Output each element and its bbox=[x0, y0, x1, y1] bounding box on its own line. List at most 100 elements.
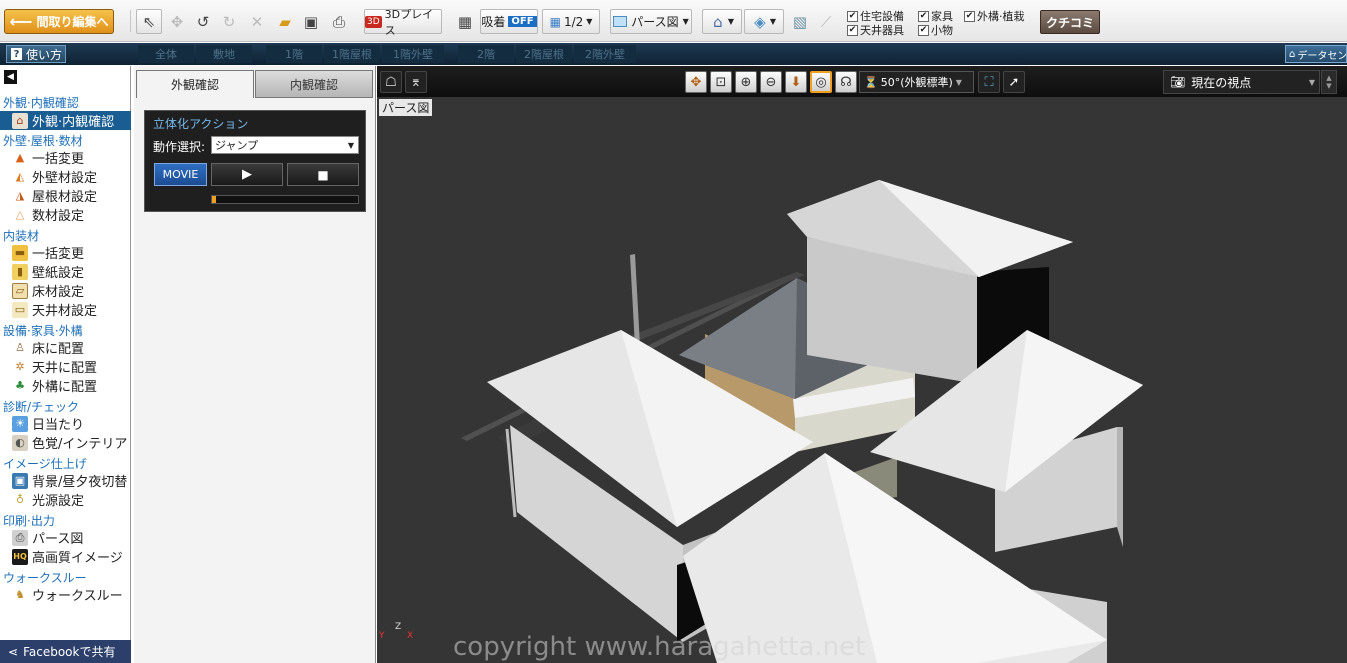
place3d-label: 3Dプレイス bbox=[384, 7, 434, 37]
look-around-button[interactable]: ☊ bbox=[835, 71, 857, 93]
camera-floor-2-button[interactable]: ⌆ bbox=[405, 71, 427, 93]
select-cursor-button[interactable]: ⇖ bbox=[136, 9, 162, 34]
snap-toggle-button[interactable]: 吸着 OFF bbox=[480, 9, 538, 34]
floor-tab-1f-roof[interactable]: 1階屋根 bbox=[324, 45, 380, 63]
usage-help-button[interactable]: ? 使い方 bbox=[6, 45, 66, 63]
section-title-interior-material: 内装材 bbox=[3, 229, 40, 243]
action-select-dropdown[interactable]: ジャンプ ▼ bbox=[211, 136, 359, 154]
data-center-icon: ⌂ bbox=[1289, 48, 1296, 60]
floor-tab-2f-roof[interactable]: 2階屋根 bbox=[516, 45, 572, 63]
view-angle-dropdown[interactable]: ⏳ 50°(外観標準) ▼ bbox=[859, 71, 974, 93]
measure-button[interactable]: ⟋ bbox=[814, 9, 838, 34]
grid-scale-dropdown[interactable]: ▦ 1/2 ▼ bbox=[542, 9, 600, 34]
sidebar-item-floor-material[interactable]: ▱ 床材設定 bbox=[0, 281, 131, 300]
fit-view-button[interactable]: ⛶ bbox=[978, 71, 1000, 93]
sidebar-item-bulk-change[interactable]: ▲ 一括変更 bbox=[0, 148, 131, 167]
orbit-button[interactable]: ◎ bbox=[810, 71, 832, 93]
zoom-out-button[interactable]: ⊖ bbox=[760, 71, 782, 93]
floor-tab-1f-wall[interactable]: 1階外壁 bbox=[382, 45, 444, 63]
3d-viewport[interactable]: ☖ ⌆ ✥ ⊡ ⊕ ⊖ ⬇ ◎ ☊ ⏳ 50°(外観標準) ▼ ⛶ ➚ 📷︎ 現… bbox=[377, 66, 1347, 663]
undo-button[interactable]: ↺ bbox=[190, 9, 216, 34]
zoom-in-icon: ⊕ bbox=[740, 74, 752, 90]
floor-tab-site[interactable]: 敷地 bbox=[196, 45, 252, 63]
sidebar-item-place-exterior[interactable]: ♣ 外構に配置 bbox=[0, 376, 131, 395]
viewpoint-spinner[interactable]: ▲ ▼ bbox=[1321, 70, 1337, 94]
save-button[interactable]: ▣ bbox=[298, 9, 324, 34]
floor-tab-2f-wall[interactable]: 2階外壁 bbox=[574, 45, 636, 63]
kuchikomi-button[interactable]: クチコミ bbox=[1040, 10, 1100, 34]
zoom-area-button[interactable]: ⊡ bbox=[710, 71, 732, 93]
tab-exterior-check[interactable]: 外観確認 bbox=[136, 70, 254, 98]
pointer-button[interactable]: ➚ bbox=[1003, 71, 1025, 93]
action-select-label: 動作選択: bbox=[153, 140, 206, 154]
sidebar-item-background-switch[interactable]: ▣ 背景/昼夕夜切替 bbox=[0, 471, 131, 490]
pan-icon: ✥ bbox=[690, 74, 702, 90]
move-down-button[interactable]: ⬇ bbox=[785, 71, 807, 93]
object-display-dropdown[interactable]: ◈ ▼ bbox=[744, 9, 784, 34]
material-icon: ▧ bbox=[792, 12, 808, 31]
sidebar-item-roof-material[interactable]: ◮ 屋根材設定 bbox=[0, 186, 131, 205]
facebook-share-button[interactable]: ⋖ Facebookで共有 bbox=[0, 640, 131, 663]
undo-icon: ↺ bbox=[196, 12, 210, 31]
move-icon: ✥ bbox=[170, 12, 184, 31]
sidebar-item-wallpaper[interactable]: ▮ 壁紙設定 bbox=[0, 262, 131, 281]
movie-button[interactable]: MOVIE bbox=[154, 163, 207, 186]
collapse-sidebar-button[interactable]: ◀ bbox=[4, 70, 17, 84]
sidebar-item-color-vision[interactable]: ◐ 色覚/インテリア bbox=[0, 433, 131, 452]
sidebar-item-light-source[interactable]: ♁ 光源設定 bbox=[0, 490, 131, 509]
background-icon: ▣ bbox=[12, 472, 28, 489]
data-center-button[interactable]: ⌂ データセンター bbox=[1285, 45, 1347, 63]
floor-tab-1f[interactable]: 1階 bbox=[266, 45, 322, 63]
tree-icon: ♣ bbox=[15, 379, 25, 392]
sidebar-item-perspective-print[interactable]: ⎙ パース図 bbox=[0, 528, 131, 547]
open-file-button[interactable]: ▰ bbox=[272, 9, 298, 34]
material-button[interactable]: ▧ bbox=[788, 9, 812, 34]
roof-orange-icon: ▲ bbox=[15, 151, 25, 164]
redo-button[interactable]: ↻ bbox=[216, 9, 242, 34]
sunlight-icon: ☀ bbox=[12, 415, 28, 432]
checkbox-ceiling-fixtures[interactable]: ✔ 天井器具 bbox=[847, 22, 904, 38]
sidebar-item-place-on-floor[interactable]: ♙ 床に配置 bbox=[0, 338, 131, 357]
floor-tab-all[interactable]: 全体 bbox=[138, 45, 194, 63]
sidebar-item-exterior-wall-material[interactable]: ◭ 外壁材設定 bbox=[0, 167, 131, 186]
delete-button[interactable]: ✕ bbox=[244, 9, 270, 34]
sidebar-item-sunlight[interactable]: ☀ 日当たり bbox=[0, 414, 131, 433]
checkbox-label: 外構·植栽 bbox=[977, 10, 1025, 23]
3d-scene[interactable] bbox=[377, 97, 1347, 663]
sidebar-item-hq-image[interactable]: HQ 高画質イメージ bbox=[0, 547, 131, 566]
move-button[interactable]: ✥ bbox=[164, 9, 190, 34]
sidebar-item-walkthrough[interactable]: ♞ ウォークスルー bbox=[0, 585, 131, 604]
checkbox-small-items[interactable]: ✔ 小物 bbox=[918, 22, 953, 38]
zoom-in-button[interactable]: ⊕ bbox=[735, 71, 757, 93]
facebook-share-label: Facebookで共有 bbox=[23, 645, 116, 659]
stop-button[interactable]: ■ bbox=[287, 163, 359, 186]
floor-display-dropdown[interactable]: ⌂ ▼ bbox=[702, 9, 742, 34]
toolbar-divider bbox=[130, 10, 131, 32]
camera-floor-1-button[interactable]: ☖ bbox=[380, 71, 402, 93]
progress-fill bbox=[212, 196, 217, 203]
sidebar-item-exterior-interior-view[interactable]: ⌂ 外観·内観確認 bbox=[0, 111, 131, 130]
action-progress-bar[interactable] bbox=[211, 195, 359, 204]
print-button[interactable]: ⎙ bbox=[326, 9, 352, 34]
sidebar-item-interior-bulk-change[interactable]: ▬ 一括変更 bbox=[0, 243, 131, 262]
play-button[interactable]: ▶ bbox=[211, 163, 283, 186]
sidebar-item-trim-material[interactable]: △ 数材設定 bbox=[0, 205, 131, 224]
floor-tab-2f[interactable]: 2階 bbox=[458, 45, 514, 63]
pan-button[interactable]: ✥ bbox=[685, 71, 707, 93]
saved-viewpoint-dropdown[interactable]: 📷︎ 現在の視点 ▼ bbox=[1163, 70, 1320, 94]
sidebar-item-place-on-ceiling[interactable]: ✲ 天井に配置 bbox=[0, 357, 131, 376]
sidebar-item-ceiling-material[interactable]: ▭ 天井材設定 bbox=[0, 300, 131, 319]
view-mode-dropdown[interactable]: パース図 ▼ bbox=[610, 9, 692, 34]
usage-help-label: 使い方 bbox=[26, 47, 63, 62]
floor-place-icon: ♙ bbox=[15, 341, 25, 354]
grid-toggle-button[interactable]: ▦ bbox=[452, 9, 478, 34]
checkbox-exterior-planting[interactable]: ✔ 外構·植栽 bbox=[964, 8, 1025, 24]
tab-interior-check[interactable]: 内観確認 bbox=[255, 70, 373, 98]
place3d-button[interactable]: 3D 3Dプレイス bbox=[364, 8, 442, 37]
ceiling-place-icon: ✲ bbox=[15, 360, 25, 373]
sidebar-item-label: 背景/昼夕夜切替 bbox=[32, 475, 128, 490]
section-title-print-output: 印刷·出力 bbox=[3, 514, 55, 528]
floor-tab-label: 2階屋根 bbox=[524, 48, 564, 61]
back-to-floorplan-button[interactable]: ⟵ 間取り編集へ bbox=[4, 9, 114, 34]
chevron-down-icon: ▼ bbox=[682, 17, 689, 26]
